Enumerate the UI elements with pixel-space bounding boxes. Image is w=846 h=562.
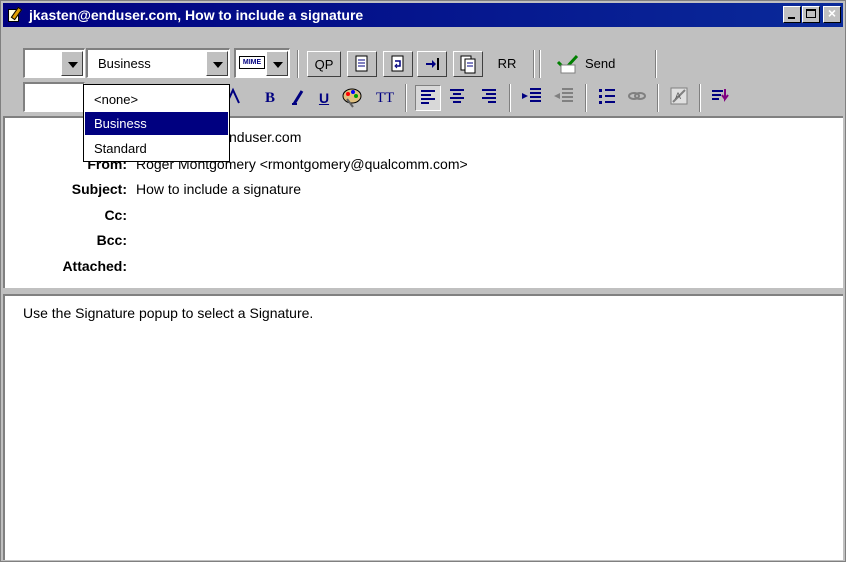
compose-message-icon (7, 6, 23, 23)
bullet-list-button[interactable] (595, 85, 621, 111)
signature-option-standard[interactable]: Standard (85, 137, 228, 160)
teletype-icon: TT (375, 90, 395, 106)
align-left-button[interactable] (415, 85, 441, 111)
toolbar-separator (539, 50, 541, 78)
window-title: jkasten@enduser.com, How to include a si… (29, 7, 364, 23)
word-wrap-button[interactable] (383, 51, 413, 77)
signature-value: Business (98, 56, 151, 71)
toolbar-separator (699, 84, 701, 112)
signature-dropdown-arrow[interactable] (206, 51, 228, 76)
encoding-select[interactable]: MIME (234, 48, 290, 78)
text-as-attachment-button[interactable] (347, 51, 377, 77)
title-bar[interactable]: jkasten@enduser.com, How to include a si… (3, 3, 843, 27)
indent-icon (522, 88, 541, 102)
qp-label: QP (314, 57, 334, 72)
subject-label: Subject: (71, 181, 127, 197)
tab-arrow-icon (426, 58, 439, 70)
insert-link-button[interactable] (625, 85, 651, 111)
rr-button[interactable]: RR (489, 51, 525, 77)
document-icon (355, 55, 368, 72)
bcc-label: Bcc: (96, 232, 127, 248)
svg-text:A: A (675, 91, 681, 101)
align-left-icon (421, 90, 435, 104)
italic-icon (292, 90, 304, 105)
underline-icon: U (318, 90, 330, 106)
word-wrap-icon (391, 55, 404, 72)
qp-button[interactable]: QP (307, 51, 341, 77)
insert-special-button[interactable] (709, 85, 735, 111)
toolbar-separator (297, 50, 299, 78)
signature-select[interactable]: Business (86, 48, 230, 78)
color-palette-icon (342, 88, 362, 108)
underline-button[interactable]: U (313, 85, 335, 111)
outdent-button[interactable] (551, 85, 579, 111)
insert-line-icon (712, 89, 729, 102)
send-mail-icon (556, 54, 579, 74)
message-toolbar: Business MIME QP RR Send (3, 48, 843, 80)
attached-label: Attached: (62, 258, 127, 274)
attached-row: Attached: (5, 258, 805, 280)
encoding-dropdown-arrow[interactable] (266, 51, 288, 76)
chevron-down-icon (213, 62, 223, 68)
maximize-icon (806, 9, 816, 18)
align-right-icon (482, 89, 496, 103)
signature-dropdown-list: <none> Business Standard (83, 84, 230, 162)
subject-row: Subject: How to include a signature (5, 181, 805, 203)
align-right-button[interactable] (477, 85, 503, 111)
align-center-icon (450, 89, 464, 103)
text-color-button[interactable] (339, 85, 365, 111)
send-button[interactable]: Send (549, 51, 653, 77)
minimize-icon (788, 17, 795, 19)
close-button[interactable]: × (823, 5, 841, 23)
toolbar-separator (655, 50, 657, 78)
tab-in-body-button[interactable] (417, 51, 447, 77)
toolbar-separator (585, 84, 587, 112)
bold-button[interactable]: B (259, 85, 281, 111)
bold-icon: B (264, 90, 275, 106)
send-label: Send (585, 56, 616, 71)
compose-window: jkasten@enduser.com, How to include a si… (0, 0, 846, 562)
bullet-list-icon (599, 89, 615, 104)
copy-document-icon (460, 55, 476, 74)
close-icon: × (827, 5, 837, 21)
toolbar-separator (509, 84, 511, 112)
chevron-down-icon (273, 62, 283, 68)
signature-option-business[interactable]: Business (85, 112, 228, 135)
mime-icon: MIME (239, 56, 265, 69)
message-body[interactable]: Use the Signature popup to select a Sign… (3, 294, 843, 560)
chevron-down-icon (68, 62, 78, 68)
subject-value[interactable]: How to include a signature (136, 181, 301, 197)
indent-button[interactable] (519, 85, 547, 111)
priority-select[interactable] (23, 48, 85, 78)
teletype-button[interactable]: TT (371, 85, 399, 111)
window-controls: × (782, 5, 841, 23)
toolbar-separator (533, 50, 535, 78)
cc-row: Cc: (5, 207, 805, 229)
cc-label: Cc: (104, 207, 127, 223)
italic-button[interactable] (285, 85, 309, 111)
signature-option-none[interactable]: <none> (85, 88, 228, 111)
to-value[interactable]: nduser.com (229, 129, 301, 145)
toolbar-separator (405, 84, 407, 112)
clear-formatting-button[interactable]: A (667, 85, 693, 111)
toolbar-separator (657, 84, 659, 112)
align-center-button[interactable] (445, 85, 471, 111)
priority-dropdown-arrow[interactable] (61, 51, 83, 76)
body-text: Use the Signature popup to select a Sign… (23, 305, 314, 321)
outdent-icon (554, 88, 573, 102)
bcc-row: Bcc: (5, 232, 805, 254)
clear-format-icon: A (670, 87, 688, 105)
rr-label: RR (497, 56, 517, 71)
keep-copy-button[interactable] (453, 51, 483, 77)
link-icon (628, 92, 646, 100)
maximize-button[interactable] (802, 6, 820, 23)
font-select[interactable] (23, 82, 85, 112)
minimize-button[interactable] (783, 6, 801, 23)
